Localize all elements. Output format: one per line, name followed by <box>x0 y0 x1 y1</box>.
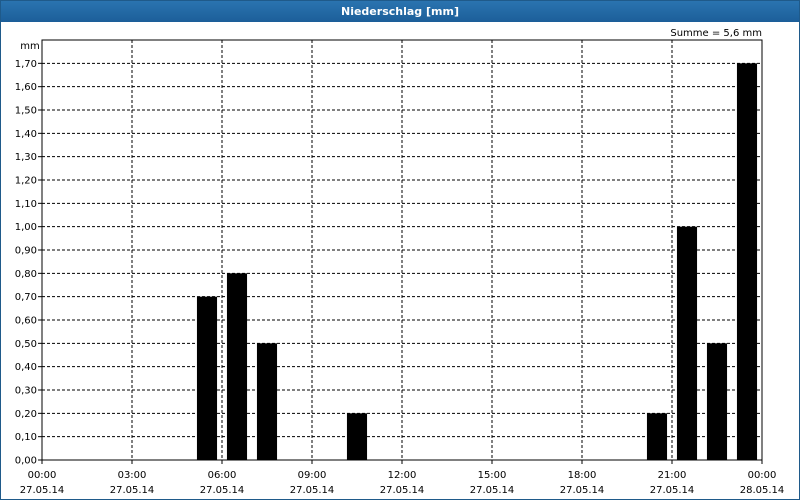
y-tick-label: 0,90 <box>15 246 37 257</box>
y-tick-label: 1,40 <box>15 129 37 140</box>
x-tick-label-time: 03:00 <box>118 470 147 481</box>
bar <box>226 273 248 460</box>
y-tick-label: 0,30 <box>15 386 37 397</box>
x-tick-label-date: 27.05.14 <box>650 485 695 496</box>
x-tick-label-time: 06:00 <box>208 470 237 481</box>
bar <box>346 413 368 460</box>
y-tick-label: 0,60 <box>15 316 37 327</box>
bar <box>706 343 728 460</box>
y-tick-label: 1,50 <box>15 106 37 117</box>
bar <box>196 296 218 460</box>
x-tick-label-time: 12:00 <box>388 470 417 481</box>
precipitation-chart: 0,00 0,10 0,20 0,30 0,40 0,50 0,60 0,70 0,80 0,90… <box>15 28 785 496</box>
x-tick-label-time: 00:00 <box>748 470 777 481</box>
x-tick-label-time: 18:00 <box>568 470 597 481</box>
y-tick-label: 0,10 <box>15 432 37 443</box>
x-tick-label-time: 21:00 <box>658 470 687 481</box>
y-tick-label: 1,20 <box>15 176 37 187</box>
x-tick-label-time: 09:00 <box>298 470 327 481</box>
y-tick-label: 0,00 <box>15 456 37 467</box>
x-tick-label-date: 27.05.14 <box>470 485 515 496</box>
y-tick-label: 0,20 <box>15 409 37 420</box>
bar <box>256 343 278 460</box>
x-tick-label-time: 00:00 <box>28 470 57 481</box>
x-tick-label-date: 27.05.14 <box>380 485 425 496</box>
y-tick-label: 0,50 <box>15 339 37 350</box>
x-tick-label-date: 27.05.14 <box>560 485 605 496</box>
y-tick-label: 1,70 <box>15 59 37 70</box>
x-tick-label-date: 28.05.14 <box>740 485 785 496</box>
y-tick-label: 1,60 <box>15 82 37 93</box>
bar <box>736 63 758 460</box>
x-tick-label-date: 27.05.14 <box>110 485 155 496</box>
bar <box>676 226 698 460</box>
x-tick-label-date: 27.05.14 <box>20 485 65 496</box>
x-tick-label-date: 27.05.14 <box>290 485 335 496</box>
sum-annotation: Summe = 5,6 mm <box>670 28 762 39</box>
y-axis-label: mm <box>20 41 39 52</box>
y-tick-label: 0,80 <box>15 269 37 280</box>
y-tick-label: 0,40 <box>15 362 37 373</box>
y-tick-label: 1,30 <box>15 152 37 163</box>
y-tick-label: 0,70 <box>15 292 37 303</box>
x-tick-label-time: 15:00 <box>478 470 507 481</box>
y-tick-label: 1,10 <box>15 199 37 210</box>
bar <box>646 413 668 460</box>
y-tick-label: 1,00 <box>15 222 37 233</box>
x-tick-label-date: 27.05.14 <box>200 485 245 496</box>
